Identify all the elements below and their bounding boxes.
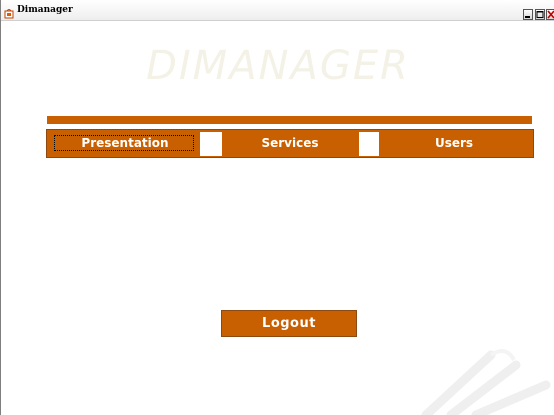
focus-ring <box>54 135 194 151</box>
brand-title: DIMANAGER <box>146 43 410 89</box>
maximize-button[interactable] <box>535 9 545 20</box>
main-nav: Presentation Services Users <box>46 129 534 158</box>
window-title: Dimanager <box>17 5 73 15</box>
logout-button[interactable]: Logout <box>221 310 357 337</box>
nav-item-label: Users <box>434 136 474 150</box>
nav-item-services[interactable]: Services <box>223 130 357 157</box>
nav-separator <box>200 132 222 156</box>
minimize-button[interactable] <box>523 9 533 20</box>
nav-separator <box>359 132 379 156</box>
nav-item-presentation[interactable]: Presentation <box>52 130 198 157</box>
close-icon <box>547 10 554 19</box>
header-bar <box>47 116 532 124</box>
app-icon <box>4 4 14 19</box>
app-window: Dimanager DIMANAGER Presentation Service… <box>0 0 554 415</box>
close-button[interactable] <box>546 9 554 20</box>
title-bar[interactable]: Dimanager <box>1 0 554 21</box>
maximize-icon <box>536 11 544 18</box>
minimize-icon <box>525 16 530 18</box>
nav-item-users[interactable]: Users <box>379 130 529 157</box>
nav-item-label: Services <box>261 136 319 150</box>
watermark-logo <box>421 349 551 415</box>
